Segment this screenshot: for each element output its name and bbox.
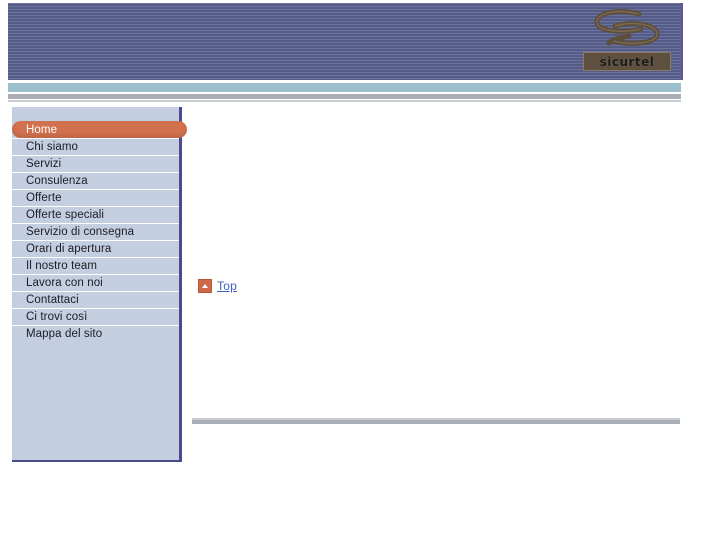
header-accent-band-grey-thin — [8, 100, 681, 102]
sidebar-item-offerte[interactable]: Offerte — [12, 189, 179, 206]
sidebar-item-consulenza[interactable]: Consulenza — [12, 172, 179, 189]
sidebar-item-ci-trovi-cos[interactable]: Ci trovi così — [12, 308, 179, 325]
sidebar-item-lavora-con-noi[interactable]: Lavora con noi — [12, 274, 179, 291]
header-accent-band-blue — [8, 83, 681, 92]
site-logo[interactable]: sicurtel — [579, 5, 675, 77]
up-arrow-icon — [198, 279, 212, 293]
back-to-top-link[interactable]: Top — [198, 278, 237, 294]
sidebar-item-contattaci[interactable]: Contattaci — [12, 291, 179, 308]
sidebar-item-orari-di-apertura[interactable]: Orari di apertura — [12, 240, 179, 257]
sidebar-item-servizio-di-consegna[interactable]: Servizio di consegna — [12, 223, 179, 240]
back-to-top-label[interactable]: Top — [217, 279, 237, 293]
footer-divider — [192, 418, 680, 424]
sidebar-menu-list: Home Chi siamo Servizi Consulenza Offerte Off… — [12, 121, 187, 342]
sidebar-item-chi-siamo[interactable]: Chi siamo — [12, 138, 179, 155]
sidebar-item-servizi[interactable]: Servizi — [12, 155, 179, 172]
logo-wordmark: sicurtel — [583, 52, 671, 71]
sidebar-item-home[interactable]: Home — [12, 121, 187, 138]
header-banner: sicurtel — [8, 3, 683, 80]
sidebar-navigation: Home Chi siamo Servizi Consulenza Offerte Off… — [12, 107, 187, 462]
spiral-swirl-logo-icon — [594, 9, 660, 46]
sidebar-item-offerte-speciali[interactable]: Offerte speciali — [12, 206, 179, 223]
header-accent-band-grey — [8, 94, 681, 99]
sidebar-item-il-nostro-team[interactable]: Il nostro team — [12, 257, 179, 274]
sidebar-item-mappa-del-sito[interactable]: Mappa del sito — [12, 325, 179, 342]
main-content-area: Top — [190, 107, 683, 437]
